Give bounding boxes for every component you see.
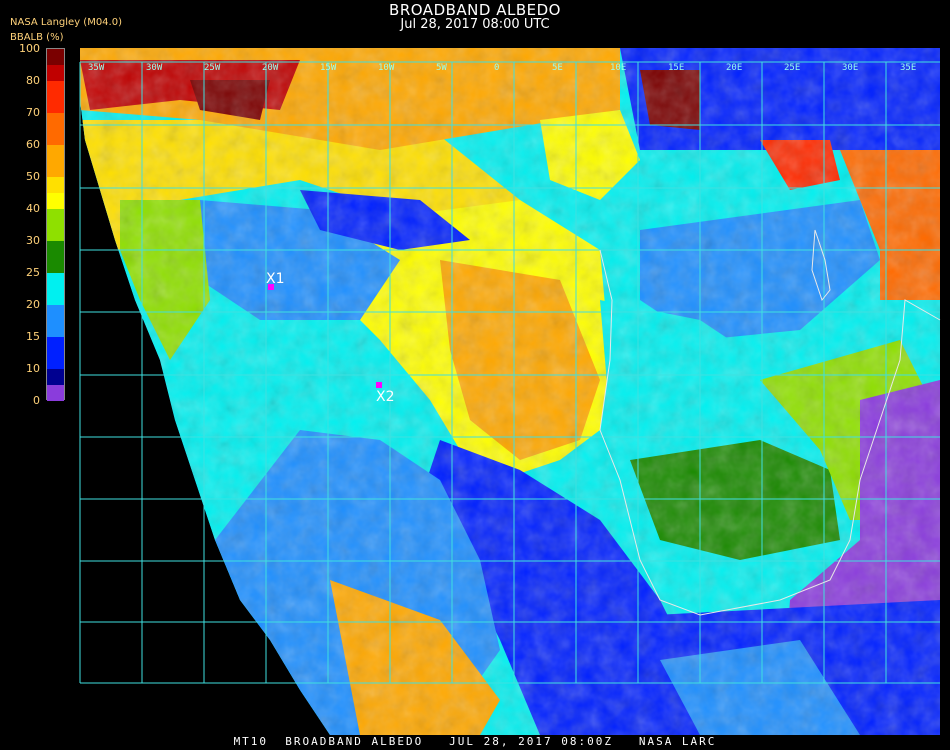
longitude-label: 25W	[204, 63, 221, 73]
longitude-label: 30E	[842, 63, 858, 73]
longitude-label: 15W	[320, 63, 337, 73]
marker-x1-label: X1	[266, 271, 285, 287]
longitude-label: 10E	[610, 63, 626, 73]
longitude-label: 20W	[262, 63, 279, 73]
longitude-label: 5W	[436, 63, 447, 73]
marker-x2-label: X2	[376, 389, 395, 405]
footer-caption: MT10 BROADBAND ALBEDO JUL 28, 2017 08:00…	[233, 735, 717, 748]
longitude-label: 35W	[88, 63, 105, 73]
longitude-label: 35E	[900, 63, 916, 73]
longitude-label: 15E	[668, 63, 684, 73]
longitude-label: 10W	[378, 63, 395, 73]
longitude-label: 25E	[784, 63, 800, 73]
longitude-label: 5E	[552, 63, 563, 73]
longitude-label: 0	[494, 63, 499, 73]
albedo-map: 35W 30W 25W 20W 15W 10W 5W 0 5E 10E 15E 20E 25E 30E 35…	[79, 48, 941, 735]
longitude-label: 20E	[726, 63, 742, 73]
longitude-label: 30W	[146, 63, 163, 73]
